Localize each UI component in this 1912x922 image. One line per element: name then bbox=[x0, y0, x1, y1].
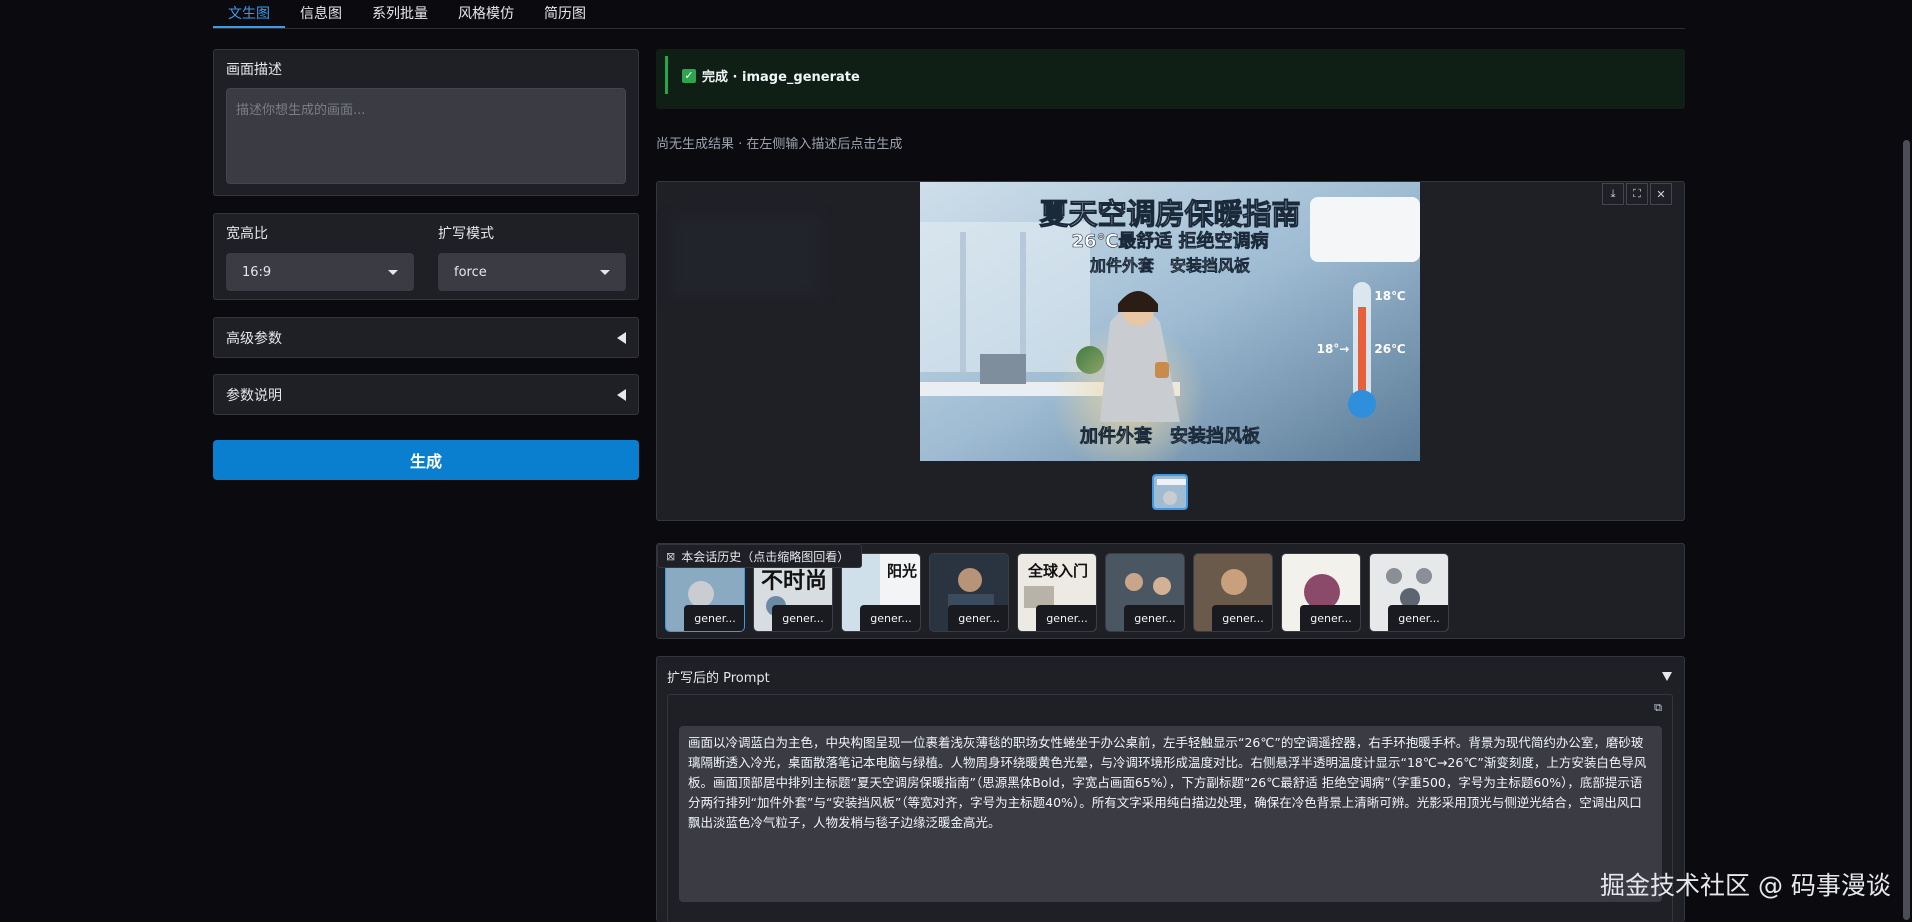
session-history-panel: ⊠ 本会话历史（点击缩略图回看） gener... 不时尚 gener... 阳… bbox=[656, 543, 1685, 639]
history-thumb[interactable]: gener... bbox=[929, 553, 1009, 632]
image-output-panel: 夏天空调房保暖指南 26℃最舒适 拒绝空调病 加件外套 安装挡风板 18℃ 26… bbox=[656, 181, 1685, 521]
history-thumb-text: 阳光 bbox=[887, 562, 917, 580]
gallery-icon: ⊠ bbox=[666, 549, 676, 563]
param-help-accordion[interactable]: 参数说明 bbox=[213, 374, 639, 415]
history-caption: gener... bbox=[1388, 605, 1448, 631]
image-temp-arrow: 18°→ bbox=[1317, 342, 1350, 356]
chevron-down-icon bbox=[388, 269, 398, 275]
status-text: 完成 · image_generate bbox=[702, 70, 860, 85]
copy-icon[interactable]: ⧉ bbox=[1650, 700, 1666, 716]
history-caption: gener... bbox=[860, 605, 920, 631]
expand-mode-group: 扩写模式 force bbox=[438, 223, 626, 291]
history-caption: gener... bbox=[1212, 605, 1272, 631]
collapse-left-icon bbox=[617, 331, 626, 344]
image-thumbnail[interactable] bbox=[1152, 474, 1188, 510]
description-label: 画面描述 bbox=[226, 62, 282, 78]
scrollbar-thumb[interactable] bbox=[1903, 140, 1910, 920]
expand-mode-select[interactable]: force bbox=[438, 253, 626, 291]
history-thumb[interactable]: 全球入门 gener... bbox=[1017, 553, 1097, 632]
param-help-label: 参数说明 bbox=[226, 387, 282, 404]
aspect-ratio-group: 宽高比 16:9 bbox=[226, 223, 414, 291]
image-temp-low: 26℃ bbox=[1374, 342, 1405, 356]
tab-resume[interactable]: 简历图 bbox=[529, 0, 601, 28]
prompt-header[interactable]: 扩写后的 Prompt bbox=[667, 667, 770, 686]
tab-infographic[interactable]: 信息图 bbox=[285, 0, 357, 28]
image-temp-high: 18℃ bbox=[1374, 289, 1405, 303]
no-result-hint: 尚无生成结果 · 在左侧输入描述后点击生成 bbox=[656, 137, 903, 152]
chevron-down-icon bbox=[600, 269, 610, 275]
status-banner: ✓ 完成 · image_generate bbox=[656, 49, 1685, 109]
expand-mode-label: 扩写模式 bbox=[438, 226, 494, 242]
tab-series-batch[interactable]: 系列批量 bbox=[357, 0, 443, 28]
image-title: 夏天空调房保暖指南 bbox=[1039, 197, 1300, 231]
image-tips: 加件外套 安装挡风板 bbox=[1089, 256, 1251, 275]
image-subtitle: 26℃最舒适 拒绝空调病 bbox=[1071, 230, 1268, 252]
aspect-ratio-select[interactable]: 16:9 bbox=[226, 253, 414, 291]
tab-text-to-image[interactable]: 文生图 bbox=[213, 0, 285, 28]
history-caption: gener... bbox=[1124, 605, 1184, 631]
expanded-prompt-panel: 扩写后的 Prompt ⧉ 画面以冷调蓝白为主色，中央构图呈现一位裹着浅灰薄毯的… bbox=[656, 656, 1685, 922]
blurred-placeholder bbox=[671, 217, 821, 297]
generated-image[interactable]: 夏天空调房保暖指南 26℃最舒适 拒绝空调病 加件外套 安装挡风板 18℃ 26… bbox=[920, 182, 1420, 461]
fullscreen-icon[interactable]: ⛶ bbox=[1626, 183, 1648, 205]
thumbnail-art bbox=[1154, 476, 1186, 508]
history-caption: gener... bbox=[1036, 605, 1096, 631]
history-thumb-text: 全球入门 bbox=[1027, 562, 1088, 580]
generate-button[interactable]: 生成 bbox=[213, 440, 639, 480]
advanced-params-label: 高级参数 bbox=[226, 330, 282, 347]
generated-image-art: 夏天空调房保暖指南 26℃最舒适 拒绝空调病 加件外套 安装挡风板 18℃ 26… bbox=[920, 182, 1420, 461]
history-caption: gener... bbox=[684, 605, 744, 631]
scrollbar[interactable] bbox=[1902, 0, 1912, 922]
prompt-text[interactable]: 画面以冷调蓝白为主色，中央构图呈现一位裹着浅灰薄毯的职场女性蜷坐于办公桌前，左手… bbox=[679, 726, 1662, 902]
close-icon[interactable]: ✕ bbox=[1650, 183, 1672, 205]
aspect-ratio-label: 宽高比 bbox=[226, 226, 268, 242]
image-bottom-caption: 加件外套 安装挡风板 bbox=[1079, 425, 1261, 447]
advanced-params-accordion[interactable]: 高级参数 bbox=[213, 317, 639, 358]
watermark: 掘金技术社区 @ 码事漫谈 bbox=[1600, 871, 1891, 900]
tab-bar: 文生图 信息图 系列批量 风格模仿 简历图 bbox=[213, 0, 1685, 29]
collapse-left-icon bbox=[617, 388, 626, 401]
description-panel: 画面描述 bbox=[213, 49, 639, 196]
history-thumb-text: 不时尚 bbox=[761, 569, 827, 594]
expand-mode-value: force bbox=[454, 264, 487, 280]
description-input[interactable] bbox=[226, 88, 626, 184]
aspect-ratio-value: 16:9 bbox=[242, 264, 272, 280]
history-thumb[interactable]: gener... bbox=[1105, 553, 1185, 632]
expand-down-icon[interactable] bbox=[1662, 672, 1672, 681]
history-thumb[interactable]: gener... bbox=[1281, 553, 1361, 632]
history-label: 本会话历史（点击缩略图回看） bbox=[681, 549, 850, 564]
prompt-box: ⧉ 画面以冷调蓝白为主色，中央构图呈现一位裹着浅灰薄毯的职场女性蜷坐于办公桌前，… bbox=[667, 694, 1673, 922]
status-accent-bar bbox=[665, 56, 668, 94]
options-panel: 宽高比 16:9 扩写模式 force bbox=[213, 213, 639, 300]
download-icon[interactable]: ⤓ bbox=[1602, 183, 1624, 205]
tab-style-imitation[interactable]: 风格模仿 bbox=[443, 0, 529, 28]
history-thumb[interactable]: gener... bbox=[1193, 553, 1273, 632]
status-line: ✓ 完成 · image_generate bbox=[682, 66, 860, 85]
history-caption: gener... bbox=[772, 605, 832, 631]
history-label-badge: ⊠ 本会话历史（点击缩略图回看） bbox=[657, 544, 863, 568]
history-caption: gener... bbox=[948, 605, 1008, 631]
check-icon: ✓ bbox=[682, 68, 696, 83]
history-caption: gener... bbox=[1300, 605, 1360, 631]
history-thumb[interactable]: gener... bbox=[1369, 553, 1449, 632]
